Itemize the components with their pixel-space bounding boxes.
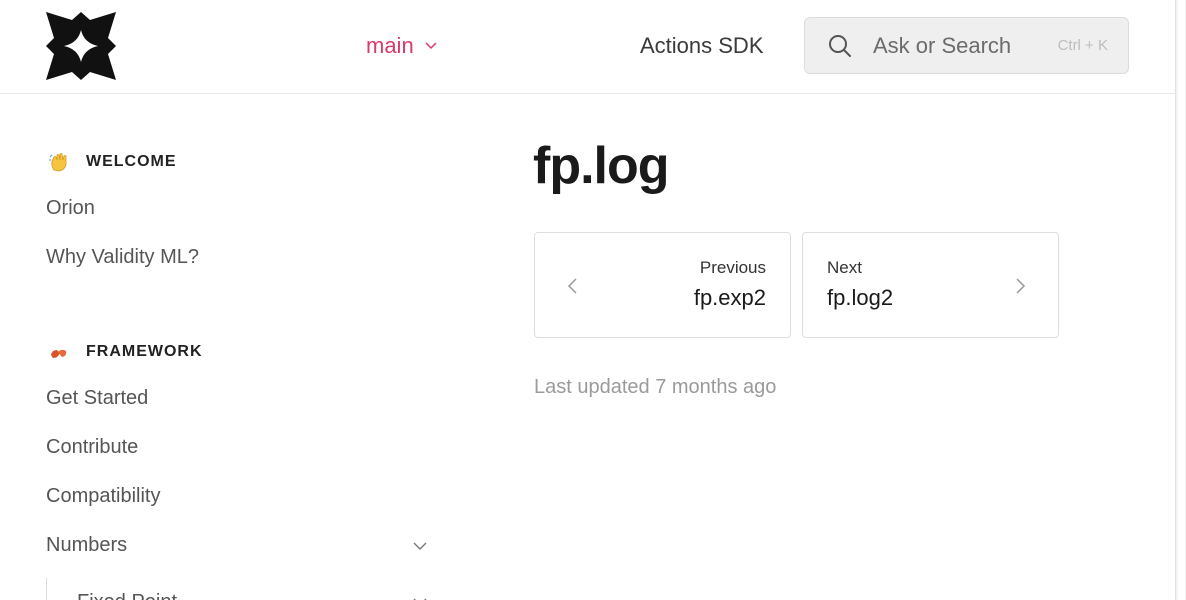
sidebar-section-label: FRAMEWORK (86, 343, 203, 360)
sidebar-section-label: WELCOME (86, 153, 177, 170)
version-selector[interactable]: main (366, 33, 438, 59)
page-scrollbar[interactable] (1175, 0, 1186, 600)
chevron-down-icon[interactable] (412, 538, 428, 554)
chevron-left-icon (567, 278, 577, 294)
chevron-down-icon (425, 42, 437, 50)
version-label: main (366, 33, 414, 58)
search-icon (829, 34, 851, 57)
sidebar-item-fixed-point[interactable]: Fixed Point (47, 578, 436, 600)
waving-hand-icon (49, 153, 67, 172)
nav-link-actions-sdk[interactable]: Actions SDK (640, 33, 764, 59)
sidebar-item-get-started[interactable]: Get Started (46, 374, 436, 423)
sidebar-item-label: Get Started (46, 387, 149, 409)
sidebar-item-compatibility[interactable]: Compatibility (46, 472, 436, 521)
sidebar-section-framework: FRAMEWORK (46, 330, 436, 374)
next-page-link[interactable]: Next fp.log2 (802, 232, 1059, 338)
sidebar-section-welcome: WELCOME (46, 140, 436, 184)
pager-next-caption: Next (827, 258, 862, 277)
search-input[interactable]: Ask or Search Ctrl + K (804, 17, 1129, 74)
sidebar-item-label: Fixed Point (77, 591, 177, 600)
four-point-star-logo-icon[interactable] (46, 12, 116, 80)
sidebar-item-label: Orion (46, 197, 95, 219)
sidebar-item-orion[interactable]: Orion (46, 184, 436, 233)
search-placeholder: Ask or Search (873, 32, 1012, 58)
sidebar-item-label: Contribute (46, 436, 139, 458)
pager-prev-caption: Previous (699, 258, 766, 277)
sidebar-item-contribute[interactable]: Contribute (46, 423, 436, 472)
top-header: main Actions SDK Ask or Search Ctrl + K (0, 0, 1175, 94)
pager-prev-title: fp.exp2 (693, 285, 766, 310)
last-updated-text: Last updated 7 months ago (534, 376, 777, 398)
sidebar-item-why-validity-ml[interactable]: Why Validity ML? (46, 233, 436, 282)
page-title: fp.log (533, 137, 670, 195)
sidebar-item-label: Why Validity ML? (46, 246, 200, 268)
sidebar-item-label: Numbers (46, 534, 128, 556)
search-shortcut-hint: Ctrl + K (1057, 37, 1108, 54)
red-shapes-icon (51, 349, 67, 358)
sidebar-item-numbers[interactable]: Numbers (46, 521, 436, 570)
pager-next-title: fp.log2 (827, 285, 894, 310)
scrollbar-thumb[interactable] (1178, 0, 1185, 600)
chevron-right-icon (1016, 278, 1026, 294)
sidebar-nav: WELCOME Orion Why Validity ML? FRAMEWORK… (46, 140, 436, 600)
sidebar-item-label: Compatibility (46, 485, 161, 507)
chevron-down-icon[interactable] (412, 594, 428, 600)
previous-page-link[interactable]: Previous fp.exp2 (534, 232, 791, 338)
sidebar-subgroup-numbers: Fixed Point (46, 578, 436, 600)
